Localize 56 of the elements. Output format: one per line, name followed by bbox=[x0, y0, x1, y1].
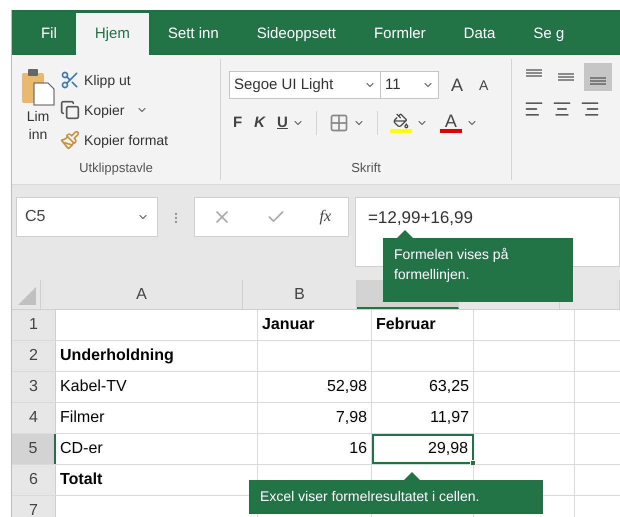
row-header[interactable]: 2 bbox=[12, 341, 56, 371]
underline-button[interactable]: U bbox=[277, 112, 288, 134]
copy-icon bbox=[60, 100, 80, 120]
align-bottom-button[interactable] bbox=[584, 63, 612, 91]
table-cell: Januar bbox=[258, 310, 372, 340]
ribbon-tab[interactable]: Sett inn bbox=[148, 13, 238, 55]
row-header[interactable]: 6 bbox=[12, 465, 56, 495]
table-cell: CD-er bbox=[56, 434, 258, 464]
grip-icon bbox=[174, 212, 178, 224]
group-label: Skrift bbox=[351, 159, 381, 178]
font-name-dropdown[interactable]: Segoe UI Light bbox=[229, 71, 381, 99]
bold-button[interactable]: F bbox=[233, 112, 242, 134]
italic-button[interactable]: K bbox=[254, 112, 266, 134]
font-size-dropdown[interactable]: 11 bbox=[381, 71, 439, 99]
table-cell: Filmer bbox=[56, 403, 258, 433]
row-header[interactable]: 3 bbox=[12, 372, 56, 402]
table-cell: Februar bbox=[372, 310, 474, 340]
name-box[interactable]: C5 bbox=[16, 197, 158, 237]
table-cell: 7,98 bbox=[258, 403, 372, 433]
row-header[interactable]: 5 bbox=[12, 434, 56, 464]
ribbon-tab[interactable]: Data bbox=[444, 13, 514, 55]
lines-icon bbox=[558, 73, 574, 81]
brush-icon bbox=[60, 130, 80, 150]
cut-button[interactable]: Klipp ut bbox=[60, 67, 168, 93]
row-header[interactable]: 4 bbox=[12, 403, 56, 433]
row-header[interactable]: 1 bbox=[12, 310, 56, 340]
ribbon-tab[interactable]: Se g bbox=[514, 13, 584, 55]
copy-button[interactable]: Kopier bbox=[60, 97, 168, 123]
table-cell: 63,25 bbox=[372, 372, 474, 402]
format-painter-button[interactable]: Kopier format bbox=[60, 127, 168, 153]
lines-icon bbox=[590, 77, 606, 85]
grow-font-button[interactable]: A bbox=[447, 72, 468, 98]
table-cell: Underholdning bbox=[56, 341, 258, 371]
scissors-icon bbox=[60, 70, 80, 90]
hint-tooltip: Excel viser formelresultatet i cellen. bbox=[249, 480, 543, 514]
font-color-button[interactable]: A bbox=[440, 113, 462, 133]
table-cell: 16 bbox=[258, 434, 372, 464]
paste-button[interactable]: Lim inn bbox=[20, 67, 56, 156]
fill-color-button[interactable] bbox=[390, 113, 412, 133]
hint-tooltip: Formelen vises på formellinjen. bbox=[383, 238, 573, 302]
table-cell: Kabel-TV bbox=[56, 372, 258, 402]
table-cell: 52,98 bbox=[258, 372, 372, 402]
column-header[interactable]: A bbox=[41, 280, 243, 309]
ribbon-tab[interactable]: Sideoppsett bbox=[238, 13, 355, 55]
table-cell: 29,98 bbox=[372, 434, 474, 464]
row-header[interactable]: 7 bbox=[12, 496, 56, 517]
ribbon-tab[interactable]: Fil bbox=[22, 13, 76, 55]
borders-icon[interactable] bbox=[328, 113, 349, 133]
shrink-font-button[interactable]: A bbox=[475, 74, 492, 96]
lines-icon bbox=[526, 69, 542, 77]
clipboard-icon bbox=[20, 67, 56, 107]
group-label: Utklippstavle bbox=[79, 159, 153, 178]
ribbon-tab[interactable]: Formler bbox=[354, 13, 445, 55]
table-cell: 11,97 bbox=[372, 403, 474, 433]
ribbon-tab[interactable]: Hjem bbox=[76, 13, 149, 55]
insert-function-button[interactable]: fx bbox=[320, 205, 332, 229]
